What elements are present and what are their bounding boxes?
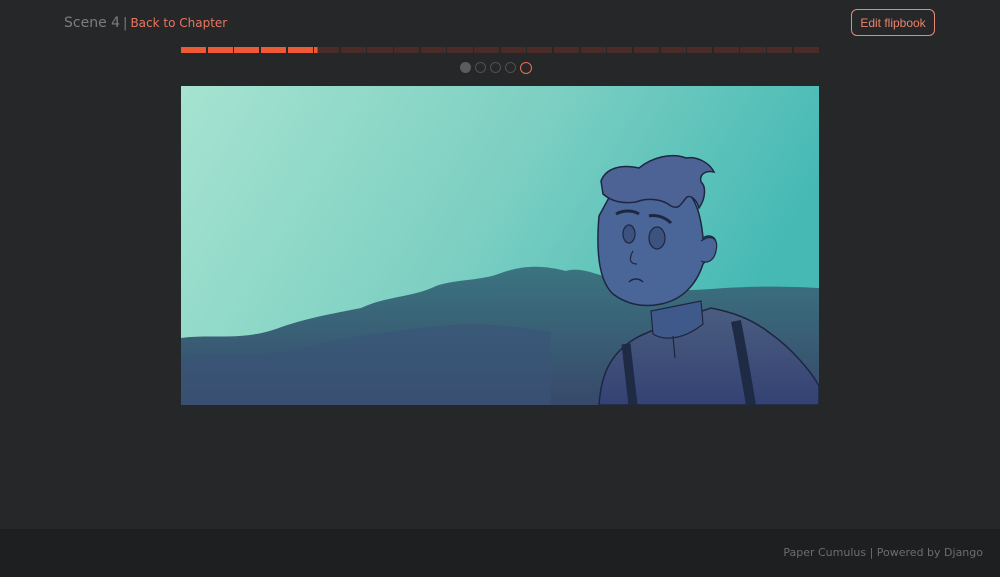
progress-segment bbox=[260, 47, 287, 53]
progress-segment bbox=[207, 47, 233, 53]
frame-dot-4[interactable] bbox=[505, 62, 516, 73]
progress-segment bbox=[687, 47, 713, 53]
progress-segment bbox=[527, 47, 553, 53]
progress-segment bbox=[607, 47, 633, 53]
progress-segment bbox=[713, 47, 739, 53]
progress-segment bbox=[633, 47, 660, 53]
scene-header: Scene 4 | Back to Chapter bbox=[64, 15, 227, 31]
progress-segment bbox=[420, 47, 446, 53]
progress-segment bbox=[660, 47, 686, 53]
site-footer: Paper Cumulus | Powered by Django bbox=[0, 529, 1000, 577]
progress-segment bbox=[181, 47, 207, 53]
back-to-chapter-link[interactable]: Back to Chapter bbox=[130, 16, 227, 30]
progress-segment bbox=[580, 47, 606, 53]
edit-flipbook-button[interactable]: Edit flipbook bbox=[851, 9, 935, 36]
scene-title: Scene 4 bbox=[64, 15, 121, 31]
progress-segment bbox=[500, 47, 526, 53]
progress-segment bbox=[314, 47, 340, 53]
footer-text: Paper Cumulus | Powered by Django bbox=[783, 546, 983, 559]
progress-segment bbox=[767, 47, 793, 53]
progress-segment bbox=[234, 47, 260, 53]
progress-segment bbox=[340, 47, 366, 53]
separator: | bbox=[123, 16, 128, 31]
flipbook-progress-bar bbox=[181, 47, 819, 53]
progress-segment bbox=[367, 47, 393, 53]
progress-segment bbox=[793, 47, 819, 53]
progress-segment bbox=[447, 47, 473, 53]
flipbook-frame-image bbox=[181, 86, 819, 405]
progress-segment bbox=[740, 47, 766, 53]
frame-pager bbox=[460, 62, 532, 74]
progress-segment bbox=[287, 47, 313, 53]
frame-dot-3[interactable] bbox=[490, 62, 501, 73]
frame-dot-5[interactable] bbox=[520, 62, 532, 74]
progress-segment bbox=[474, 47, 500, 53]
progress-segment bbox=[394, 47, 420, 53]
frame-dot-2[interactable] bbox=[475, 62, 486, 73]
progress-segment bbox=[553, 47, 580, 53]
frame-dot-1[interactable] bbox=[460, 62, 471, 73]
